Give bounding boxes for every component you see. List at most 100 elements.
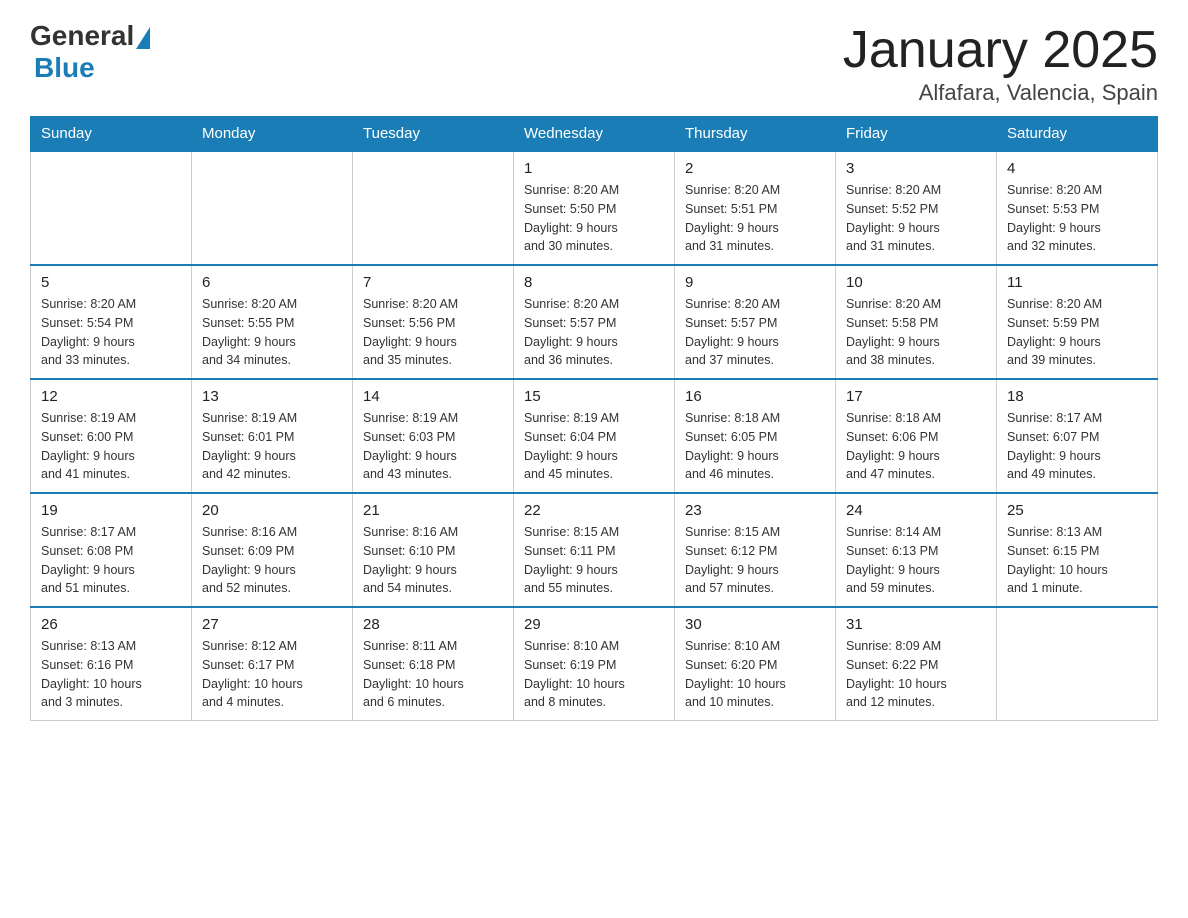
day-info: Sunrise: 8:17 AMSunset: 6:07 PMDaylight:… [1007, 409, 1147, 484]
calendar-cell: 10 Sunrise: 8:20 AMSunset: 5:58 PMDayligh… [836, 265, 997, 379]
day-info: Sunrise: 8:16 AMSunset: 6:10 PMDaylight:… [363, 523, 503, 598]
day-info: Sunrise: 8:20 AMSunset: 5:56 PMDaylight:… [363, 295, 503, 370]
weekday-header-tuesday: Tuesday [353, 117, 514, 152]
day-number: 10 [846, 274, 986, 291]
day-info: Sunrise: 8:18 AMSunset: 6:05 PMDaylight:… [685, 409, 825, 484]
day-number: 5 [41, 274, 181, 291]
calendar-cell: 2 Sunrise: 8:20 AMSunset: 5:51 PMDaylight… [675, 151, 836, 265]
calendar-cell: 3Sunrise: 8:20 AMSunset: 5:52 PMDaylight… [836, 151, 997, 265]
day-number: 25 [1007, 502, 1147, 519]
calendar-cell: 7 Sunrise: 8:20 AMSunset: 5:56 PMDaylight… [353, 265, 514, 379]
calendar-cell: 17Sunrise: 8:18 AMSunset: 6:06 PMDayligh… [836, 379, 997, 493]
calendar-cell: 23 Sunrise: 8:15 AMSunset: 6:12 PMDayligh… [675, 493, 836, 607]
day-info: Sunrise: 8:20 AMSunset: 5:58 PMDaylight:… [846, 295, 986, 370]
calendar-cell: 15 Sunrise: 8:19 AMSunset: 6:04 PMDayligh… [514, 379, 675, 493]
day-number: 7 [363, 274, 503, 291]
day-number: 15 [524, 388, 664, 405]
day-number: 29 [524, 616, 664, 633]
day-info: Sunrise: 8:20 AMSunset: 5:51 PMDaylight:… [685, 181, 825, 256]
day-number: 28 [363, 616, 503, 633]
day-number: 23 [685, 502, 825, 519]
day-number: 13 [202, 388, 342, 405]
day-info: Sunrise: 8:19 AMSunset: 6:04 PMDaylight:… [524, 409, 664, 484]
calendar-cell: 25 Sunrise: 8:13 AMSunset: 6:15 PMDayligh… [997, 493, 1158, 607]
weekday-header-friday: Friday [836, 117, 997, 152]
day-info: Sunrise: 8:20 AMSunset: 5:50 PMDaylight:… [524, 181, 664, 256]
calendar-cell: 6 Sunrise: 8:20 AMSunset: 5:55 PMDaylight… [192, 265, 353, 379]
day-number: 12 [41, 388, 181, 405]
calendar-cell: 11 Sunrise: 8:20 AMSunset: 5:59 PMDayligh… [997, 265, 1158, 379]
title-block: January 2025 Alfafara, Valencia, Spain [843, 20, 1158, 106]
day-number: 1 [524, 160, 664, 177]
day-number: 16 [685, 388, 825, 405]
day-number: 27 [202, 616, 342, 633]
day-info: Sunrise: 8:12 AMSunset: 6:17 PMDaylight:… [202, 637, 342, 712]
day-info: Sunrise: 8:19 AMSunset: 6:00 PMDaylight:… [41, 409, 181, 484]
calendar-cell [192, 151, 353, 265]
weekday-header-monday: Monday [192, 117, 353, 152]
day-info: Sunrise: 8:15 AMSunset: 6:11 PMDaylight:… [524, 523, 664, 598]
day-number: 21 [363, 502, 503, 519]
day-number: 11 [1007, 274, 1147, 291]
calendar-cell: 31 Sunrise: 8:09 AMSunset: 6:22 PMDayligh… [836, 607, 997, 721]
calendar-cell: 30Sunrise: 8:10 AMSunset: 6:20 PMDayligh… [675, 607, 836, 721]
calendar-cell: 9Sunrise: 8:20 AMSunset: 5:57 PMDaylight… [675, 265, 836, 379]
calendar-cell: 20Sunrise: 8:16 AMSunset: 6:09 PMDayligh… [192, 493, 353, 607]
calendar-cell: 13 Sunrise: 8:19 AMSunset: 6:01 PMDayligh… [192, 379, 353, 493]
weekday-header-sunday: Sunday [31, 117, 192, 152]
calendar-cell: 24Sunrise: 8:14 AMSunset: 6:13 PMDayligh… [836, 493, 997, 607]
calendar-cell [997, 607, 1158, 721]
logo-triangle-icon [136, 27, 150, 49]
day-number: 26 [41, 616, 181, 633]
day-info: Sunrise: 8:20 AMSunset: 5:57 PMDaylight:… [524, 295, 664, 370]
day-info: Sunrise: 8:19 AMSunset: 6:01 PMDaylight:… [202, 409, 342, 484]
day-number: 22 [524, 502, 664, 519]
day-info: Sunrise: 8:09 AMSunset: 6:22 PMDaylight:… [846, 637, 986, 712]
day-number: 31 [846, 616, 986, 633]
calendar-cell: 1 Sunrise: 8:20 AMSunset: 5:50 PMDaylight… [514, 151, 675, 265]
weekday-header-saturday: Saturday [997, 117, 1158, 152]
day-info: Sunrise: 8:15 AMSunset: 6:12 PMDaylight:… [685, 523, 825, 598]
calendar-cell: 19 Sunrise: 8:17 AMSunset: 6:08 PMDayligh… [31, 493, 192, 607]
weekday-header-thursday: Thursday [675, 117, 836, 152]
calendar-cell [31, 151, 192, 265]
day-number: 30 [685, 616, 825, 633]
week-row-1: 1 Sunrise: 8:20 AMSunset: 5:50 PMDaylight… [31, 151, 1158, 265]
calendar-table: SundayMondayTuesdayWednesdayThursdayFrid… [30, 116, 1158, 721]
week-row-3: 12 Sunrise: 8:19 AMSunset: 6:00 PMDayligh… [31, 379, 1158, 493]
day-number: 14 [363, 388, 503, 405]
week-row-4: 19 Sunrise: 8:17 AMSunset: 6:08 PMDayligh… [31, 493, 1158, 607]
day-info: Sunrise: 8:11 AMSunset: 6:18 PMDaylight:… [363, 637, 503, 712]
day-number: 19 [41, 502, 181, 519]
day-number: 2 [685, 160, 825, 177]
calendar-cell: 12 Sunrise: 8:19 AMSunset: 6:00 PMDayligh… [31, 379, 192, 493]
day-number: 8 [524, 274, 664, 291]
day-number: 24 [846, 502, 986, 519]
day-info: Sunrise: 8:13 AMSunset: 6:15 PMDaylight:… [1007, 523, 1147, 598]
day-info: Sunrise: 8:17 AMSunset: 6:08 PMDaylight:… [41, 523, 181, 598]
calendar-cell: 26Sunrise: 8:13 AMSunset: 6:16 PMDayligh… [31, 607, 192, 721]
calendar-title: January 2025 [843, 20, 1158, 80]
day-info: Sunrise: 8:10 AMSunset: 6:19 PMDaylight:… [524, 637, 664, 712]
week-row-2: 5 Sunrise: 8:20 AMSunset: 5:54 PMDaylight… [31, 265, 1158, 379]
calendar-cell: 18Sunrise: 8:17 AMSunset: 6:07 PMDayligh… [997, 379, 1158, 493]
week-row-5: 26Sunrise: 8:13 AMSunset: 6:16 PMDayligh… [31, 607, 1158, 721]
calendar-cell: 5 Sunrise: 8:20 AMSunset: 5:54 PMDaylight… [31, 265, 192, 379]
calendar-cell: 22 Sunrise: 8:15 AMSunset: 6:11 PMDayligh… [514, 493, 675, 607]
calendar-cell: 29 Sunrise: 8:10 AMSunset: 6:19 PMDayligh… [514, 607, 675, 721]
day-number: 3 [846, 160, 986, 177]
day-info: Sunrise: 8:20 AMSunset: 5:54 PMDaylight:… [41, 295, 181, 370]
logo-blue-text: Blue [34, 52, 95, 84]
calendar-cell: 14Sunrise: 8:19 AMSunset: 6:03 PMDayligh… [353, 379, 514, 493]
weekday-header-row: SundayMondayTuesdayWednesdayThursdayFrid… [31, 117, 1158, 152]
day-info: Sunrise: 8:20 AMSunset: 5:55 PMDaylight:… [202, 295, 342, 370]
weekday-header-wednesday: Wednesday [514, 117, 675, 152]
day-info: Sunrise: 8:20 AMSunset: 5:57 PMDaylight:… [685, 295, 825, 370]
day-number: 4 [1007, 160, 1147, 177]
calendar-cell [353, 151, 514, 265]
calendar-subtitle: Alfafara, Valencia, Spain [843, 80, 1158, 106]
day-number: 6 [202, 274, 342, 291]
day-info: Sunrise: 8:20 AMSunset: 5:59 PMDaylight:… [1007, 295, 1147, 370]
calendar-cell: 16 Sunrise: 8:18 AMSunset: 6:05 PMDayligh… [675, 379, 836, 493]
logo: General Blue [30, 20, 150, 84]
